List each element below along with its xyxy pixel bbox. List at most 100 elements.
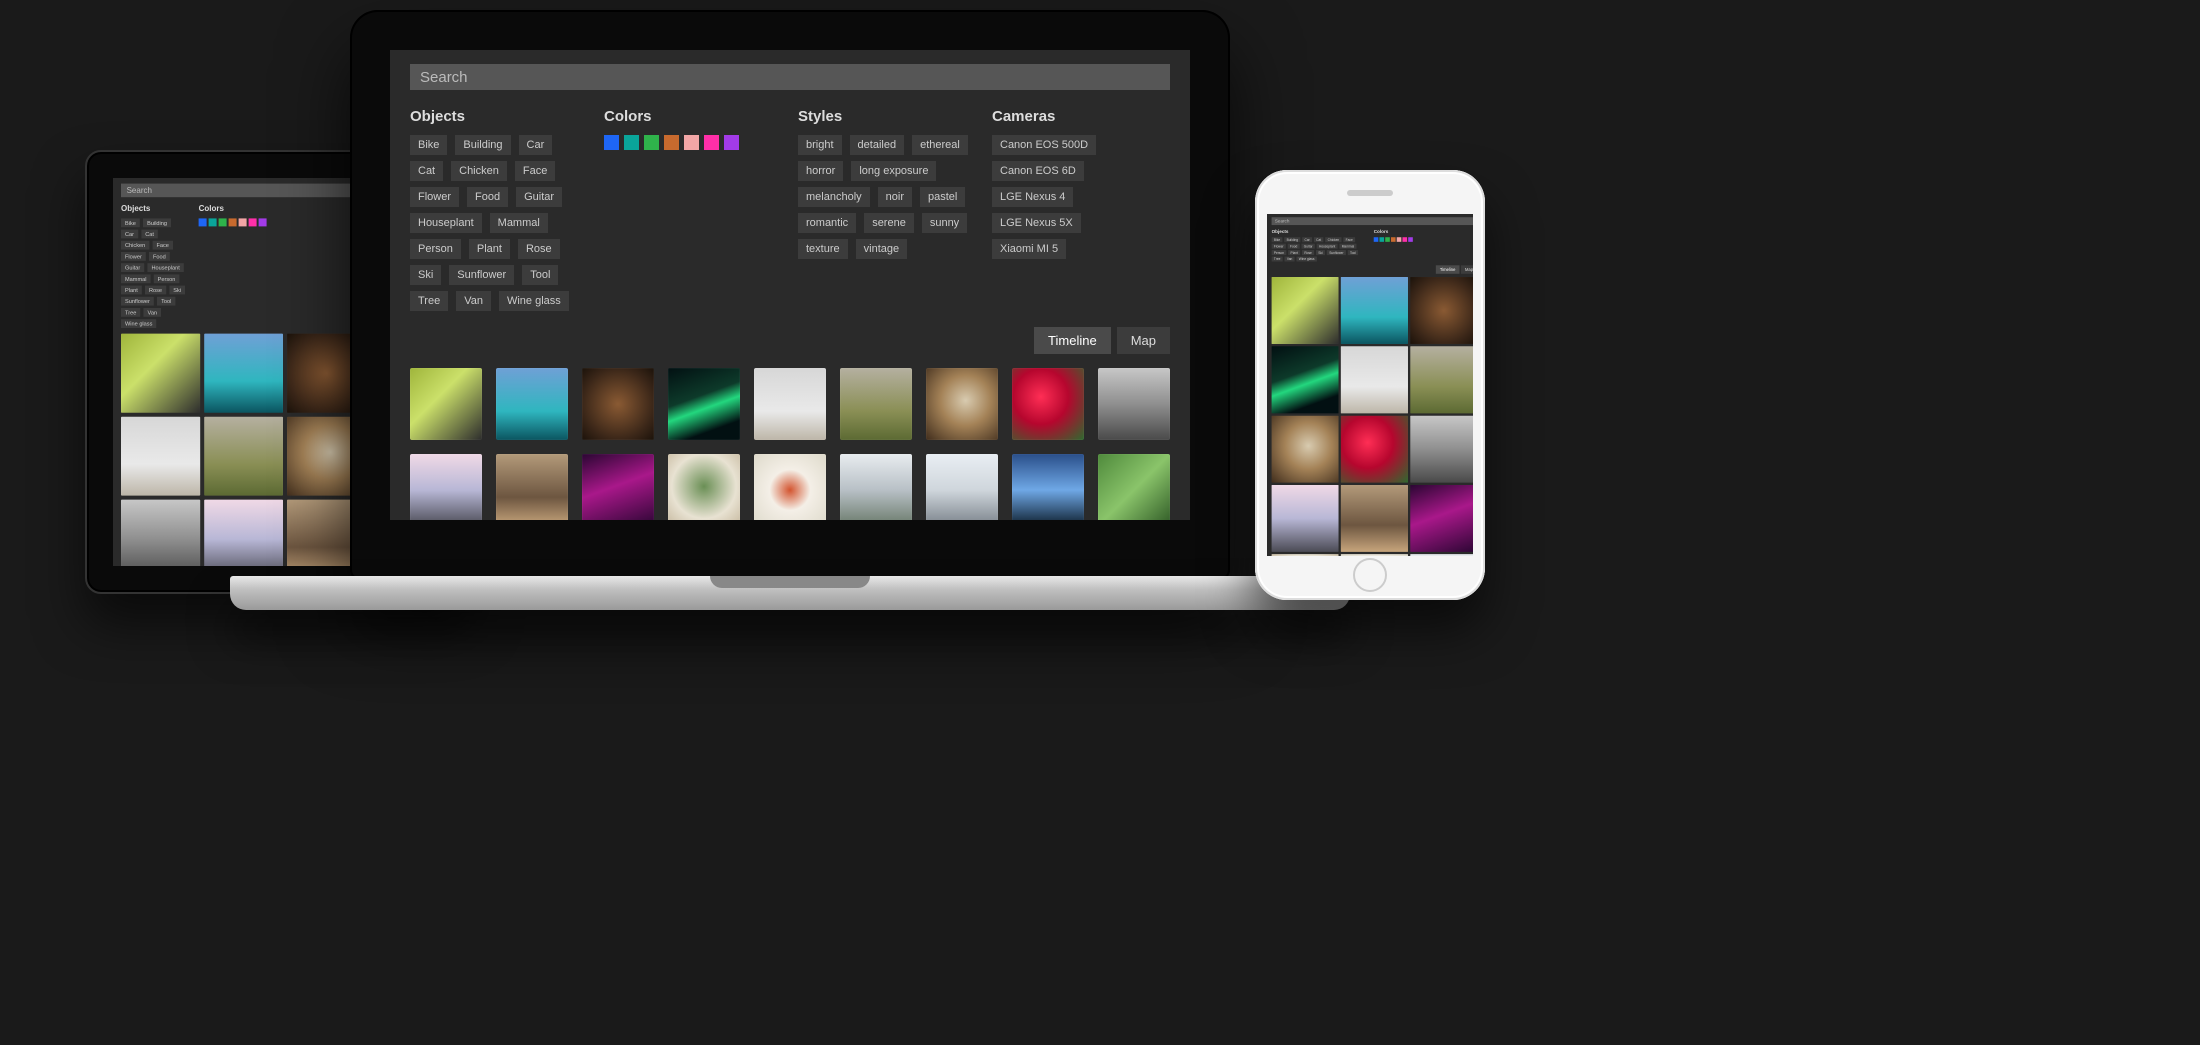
color-swatch[interactable] xyxy=(249,218,257,226)
tag-chip[interactable]: Building xyxy=(143,218,171,227)
photo-thumbnail[interactable] xyxy=(1410,346,1473,413)
color-swatch[interactable] xyxy=(199,218,207,226)
tag-chip[interactable]: Rose xyxy=(145,286,166,295)
photo-thumbnail[interactable] xyxy=(840,368,912,440)
tag-chip[interactable]: horror xyxy=(798,161,843,181)
color-swatch[interactable] xyxy=(1379,237,1384,242)
photo-thumbnail[interactable] xyxy=(121,417,200,496)
photo-thumbnail[interactable] xyxy=(204,417,283,496)
tag-chip[interactable]: pastel xyxy=(920,187,965,207)
tag-chip[interactable]: Plant xyxy=(469,239,510,259)
tag-chip[interactable]: Tree xyxy=(410,291,448,311)
tag-chip[interactable]: bright xyxy=(798,135,842,155)
tag-chip[interactable]: Houseplant xyxy=(1317,244,1338,249)
tag-chip[interactable]: Tool xyxy=(1348,250,1359,255)
color-swatch[interactable] xyxy=(1385,237,1390,242)
color-swatch[interactable] xyxy=(604,135,619,150)
tag-chip[interactable]: Face xyxy=(152,241,172,250)
tag-chip[interactable]: Ski xyxy=(169,286,185,295)
tag-chip[interactable]: Chicken xyxy=(121,241,149,250)
photo-thumbnail[interactable] xyxy=(1272,485,1339,552)
tag-chip[interactable]: Ski xyxy=(410,265,441,285)
tag-chip[interactable]: Van xyxy=(1285,257,1295,262)
photo-thumbnail[interactable] xyxy=(1341,485,1408,552)
photo-thumbnail[interactable] xyxy=(1272,416,1339,483)
tag-chip[interactable]: Sunflower xyxy=(1327,250,1346,255)
search-input[interactable] xyxy=(410,64,1170,90)
color-swatch[interactable] xyxy=(1402,237,1407,242)
tag-chip[interactable]: Flower xyxy=(121,252,146,261)
color-swatch[interactable] xyxy=(664,135,679,150)
tag-chip[interactable]: Rose xyxy=(1302,250,1314,255)
color-swatch[interactable] xyxy=(1391,237,1396,242)
search-input[interactable] xyxy=(1272,217,1473,225)
tag-chip[interactable]: Food xyxy=(467,187,508,207)
tag-chip[interactable]: romantic xyxy=(798,213,856,233)
tag-chip[interactable]: Car xyxy=(1302,237,1312,242)
photo-thumbnail[interactable] xyxy=(1341,346,1408,413)
color-swatch[interactable] xyxy=(259,218,267,226)
tag-chip[interactable]: texture xyxy=(798,239,848,259)
tag-chip[interactable]: Flower xyxy=(410,187,459,207)
tag-chip[interactable]: Guitar xyxy=(121,263,144,272)
photo-thumbnail[interactable] xyxy=(840,454,912,520)
photo-thumbnail[interactable] xyxy=(1272,277,1339,344)
color-swatch[interactable] xyxy=(684,135,699,150)
color-swatch[interactable] xyxy=(644,135,659,150)
tag-chip[interactable]: Building xyxy=(1284,237,1300,242)
color-swatch[interactable] xyxy=(1374,237,1379,242)
tag-chip[interactable]: Wine glass xyxy=(1296,257,1316,262)
tab-timeline[interactable]: Timeline xyxy=(1436,265,1460,274)
tag-chip[interactable]: melancholy xyxy=(798,187,870,207)
tag-chip[interactable]: Ski xyxy=(1316,250,1325,255)
tag-chip[interactable]: Sunflower xyxy=(449,265,514,285)
photo-thumbnail[interactable] xyxy=(496,368,568,440)
tag-chip[interactable]: LGE Nexus 5X xyxy=(992,213,1081,233)
color-swatch[interactable] xyxy=(239,218,247,226)
color-swatch[interactable] xyxy=(219,218,227,226)
photo-thumbnail[interactable] xyxy=(1341,277,1408,344)
photo-thumbnail[interactable] xyxy=(410,454,482,520)
tag-chip[interactable]: Person xyxy=(154,274,180,283)
tag-chip[interactable]: Food xyxy=(1288,244,1300,249)
tag-chip[interactable]: Wine glass xyxy=(121,319,156,328)
tag-chip[interactable]: Van xyxy=(144,308,162,317)
tag-chip[interactable]: Plant xyxy=(1288,250,1300,255)
tag-chip[interactable]: Guitar xyxy=(516,187,562,207)
tag-chip[interactable]: Cat xyxy=(1314,237,1324,242)
photo-thumbnail[interactable] xyxy=(121,334,200,413)
tab-map[interactable]: Map xyxy=(1461,265,1473,274)
tag-chip[interactable]: LGE Nexus 4 xyxy=(992,187,1073,207)
tab-timeline[interactable]: Timeline xyxy=(1034,327,1111,354)
tag-chip[interactable]: Canon EOS 6D xyxy=(992,161,1084,181)
color-swatch[interactable] xyxy=(1397,237,1402,242)
tag-chip[interactable]: Mammal xyxy=(1339,244,1356,249)
photo-thumbnail[interactable] xyxy=(1410,277,1473,344)
tag-chip[interactable]: Cat xyxy=(141,230,158,239)
color-swatch[interactable] xyxy=(229,218,237,226)
photo-thumbnail[interactable] xyxy=(204,334,283,413)
photo-thumbnail[interactable] xyxy=(582,454,654,520)
photo-thumbnail[interactable] xyxy=(1410,554,1473,556)
tag-chip[interactable]: Canon EOS 500D xyxy=(992,135,1096,155)
photo-thumbnail[interactable] xyxy=(1012,454,1084,520)
photo-thumbnail[interactable] xyxy=(754,454,826,520)
tag-chip[interactable]: sunny xyxy=(922,213,967,233)
tag-chip[interactable]: Building xyxy=(455,135,510,155)
tag-chip[interactable]: Tree xyxy=(1272,257,1283,262)
tag-chip[interactable]: Person xyxy=(410,239,461,259)
photo-thumbnail[interactable] xyxy=(1341,554,1408,556)
tab-map[interactable]: Map xyxy=(1117,327,1170,354)
photo-thumbnail[interactable] xyxy=(496,454,568,520)
tag-chip[interactable]: detailed xyxy=(850,135,905,155)
photo-thumbnail[interactable] xyxy=(1012,368,1084,440)
photo-thumbnail[interactable] xyxy=(926,368,998,440)
phone-home-button[interactable] xyxy=(1353,558,1387,592)
color-swatch[interactable] xyxy=(209,218,217,226)
tag-chip[interactable]: Mammal xyxy=(490,213,548,233)
tag-chip[interactable]: Mammal xyxy=(121,274,150,283)
color-swatch[interactable] xyxy=(1408,237,1413,242)
photo-thumbnail[interactable] xyxy=(1098,368,1170,440)
tag-chip[interactable]: Bike xyxy=(121,218,140,227)
tag-chip[interactable]: Xiaomi MI 5 xyxy=(992,239,1066,259)
